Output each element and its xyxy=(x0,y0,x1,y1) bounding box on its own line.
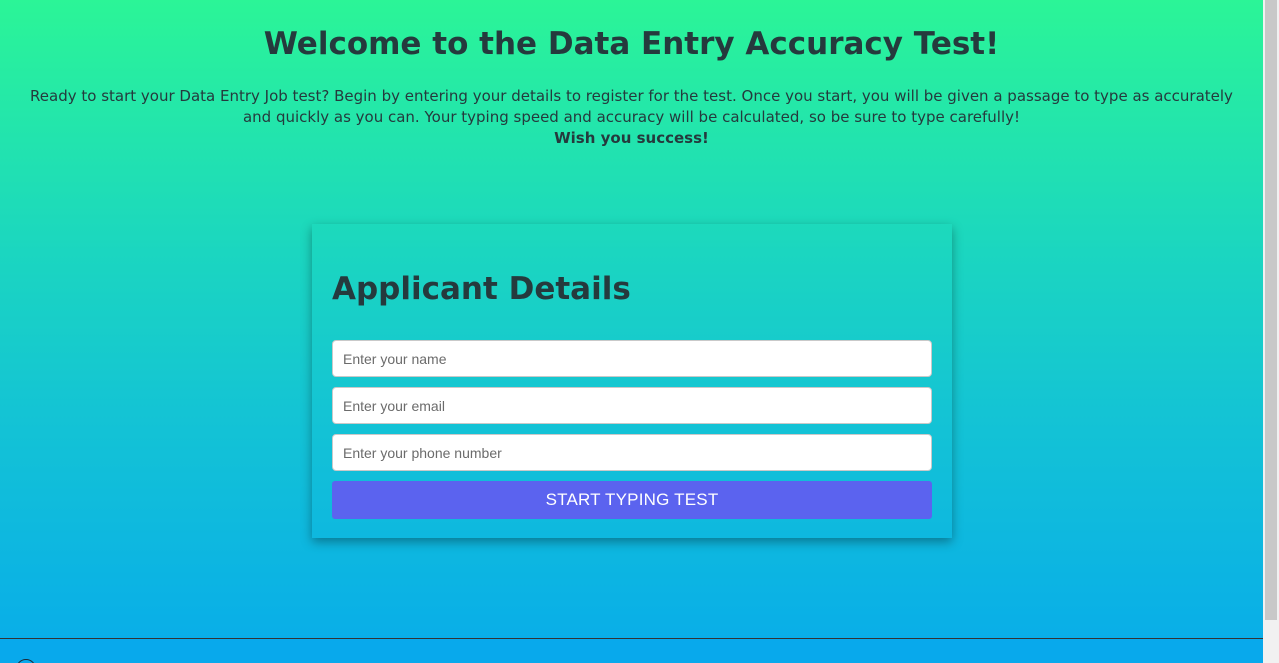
applicant-details-title: Applicant Details xyxy=(332,271,631,307)
scrollbar-thumb[interactable] xyxy=(1265,0,1277,620)
start-typing-test-button[interactable]: START TYPING TEST xyxy=(332,481,932,519)
page-viewport: Welcome to the Data Entry Accuracy Test!… xyxy=(0,0,1263,663)
vertical-scrollbar[interactable] xyxy=(1263,0,1279,663)
intro-text: Ready to start your Data Entry Job test?… xyxy=(20,86,1243,149)
page-title: Welcome to the Data Entry Accuracy Test! xyxy=(263,26,1000,62)
name-input[interactable] xyxy=(332,340,932,377)
footer-circle-icon xyxy=(16,659,36,663)
intro-paragraph: Ready to start your Data Entry Job test?… xyxy=(30,87,1233,126)
applicant-details-card: Applicant Details START TYPING TEST xyxy=(312,224,952,538)
email-input[interactable] xyxy=(332,387,932,424)
phone-input[interactable] xyxy=(332,434,932,471)
footer xyxy=(0,639,1263,663)
wish-success-text: Wish you success! xyxy=(554,129,709,147)
